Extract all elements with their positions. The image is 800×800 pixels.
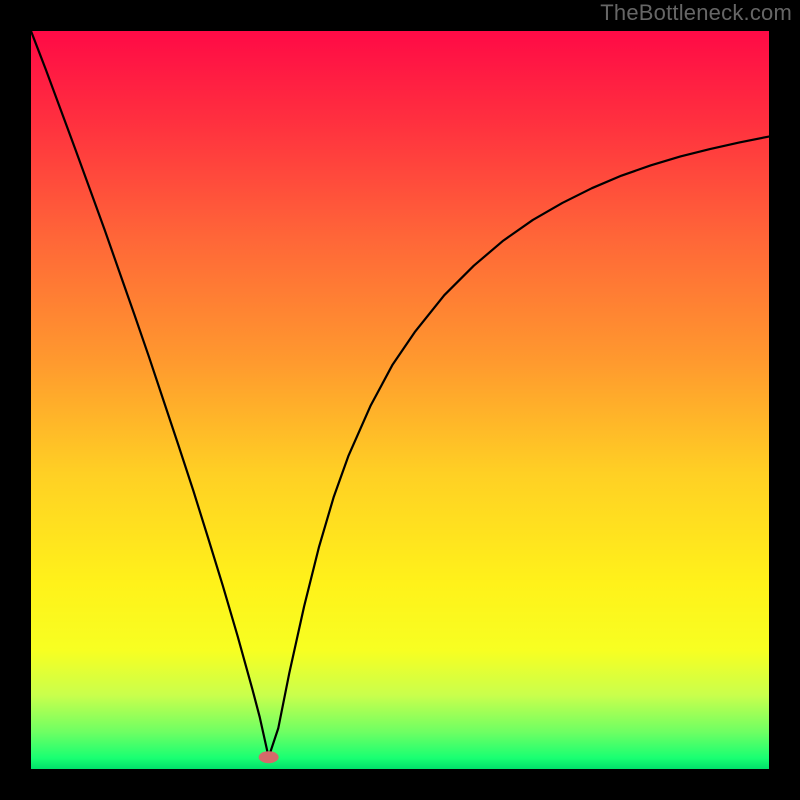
bottleneck-plot (31, 31, 769, 769)
chart-frame: TheBottleneck.com (0, 0, 800, 800)
watermark-text: TheBottleneck.com (600, 0, 792, 26)
plot-area (31, 31, 769, 769)
minimum-marker (259, 751, 279, 763)
gradient-background (31, 31, 769, 769)
